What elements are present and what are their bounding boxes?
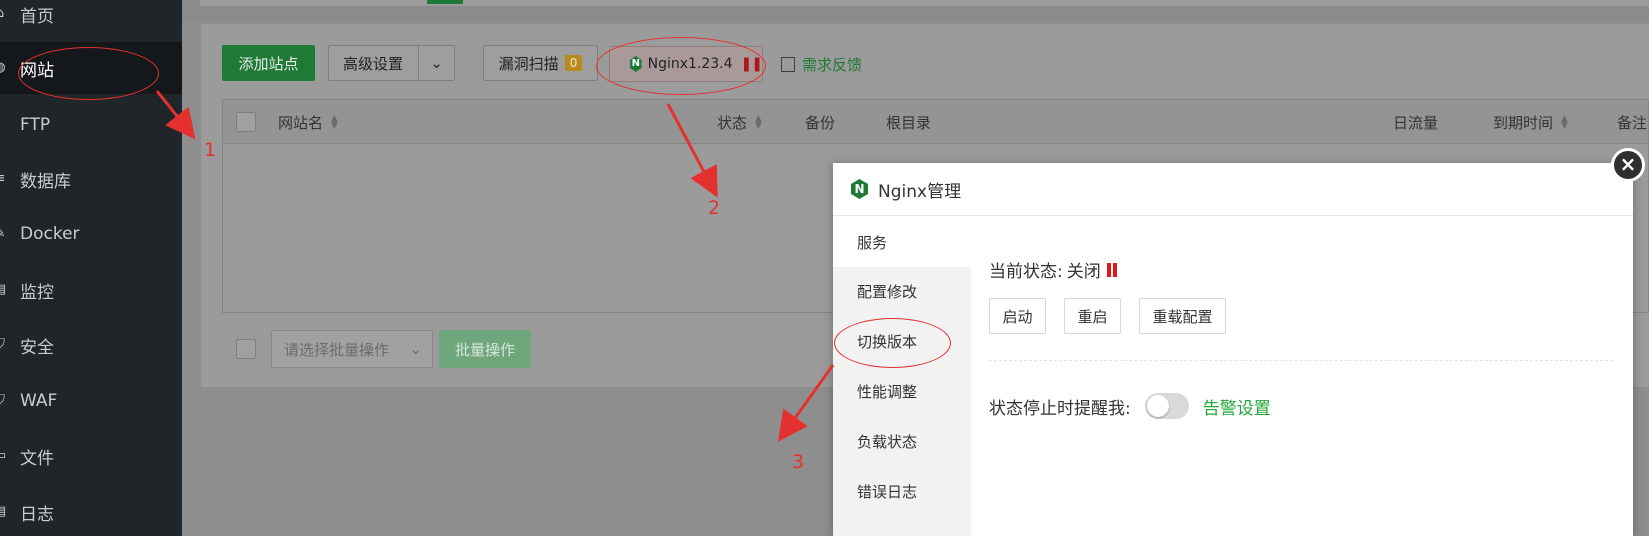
batch-select-placeholder: 请选择批量操作 (284, 340, 390, 359)
divider (989, 360, 1613, 361)
shield-icon: ⛉ (0, 338, 7, 352)
chevron-down-icon: ⌄ (409, 340, 422, 358)
sidebar-item-label: 监控 (20, 282, 54, 303)
sidebar-item-files[interactable]: ▭ 文件 (0, 430, 182, 482)
column-backup: 备份 (805, 112, 835, 133)
annotation-number-2: 2 (708, 197, 721, 219)
home-icon: ⌂ (0, 7, 7, 21)
chevron-down-icon[interactable]: ⌄ (418, 46, 454, 80)
sidebar-item-label: 安全 (20, 337, 54, 358)
active-tab-indicator (427, 0, 463, 4)
stop-reminder: 状态停止时提醒我: 告警设置 (989, 393, 1271, 419)
sidebar-item-monitor[interactable]: ▤ 监控 (0, 264, 182, 316)
column-daily-traffic: 日流量 (1393, 112, 1438, 133)
annotation-number-3: 3 (792, 451, 805, 473)
current-status: 当前状态: 关闭 (989, 257, 1118, 282)
dialog-header: N Nginx管理 (833, 163, 1633, 216)
ftp-icon (0, 118, 7, 132)
reload-config-button[interactable]: 重载配置 (1139, 298, 1226, 334)
sidebar-item-ftp[interactable]: FTP (0, 99, 182, 151)
close-icon[interactable]: × (1611, 148, 1645, 182)
remind-label: 状态停止时提醒我: (989, 398, 1131, 419)
sidebar-item-home[interactable]: ⌂ 首页 (0, 0, 182, 40)
feedback-link[interactable]: 需求反馈 (781, 54, 862, 75)
column-label: 日流量 (1393, 114, 1439, 132)
column-site-name[interactable]: 网站名 ▲ ▼ (278, 112, 341, 133)
sidebar-item-waf[interactable]: ⛉ WAF (0, 375, 182, 427)
folder-icon: ▭ (0, 449, 7, 463)
sidebar-item-label: FTP (20, 115, 51, 135)
nav-item-config[interactable]: 配置修改 (833, 266, 971, 316)
sidebar-item-label: WAF (20, 391, 58, 411)
vuln-scan-label: 漏洞扫描 (498, 54, 559, 73)
column-remark: 备注 (1617, 112, 1647, 133)
table-header: 网站名 ▲ ▼ 状态 ▲ ▼ 备份 根目录 日流量 到期时间 ▲ ▼ 备注 (222, 99, 1649, 143)
status-label: 当前状态: (989, 262, 1063, 282)
vuln-scan-button[interactable]: 漏洞扫描 0 (483, 45, 598, 81)
database-icon: ≡ (0, 172, 7, 186)
status-value: 关闭 (1066, 262, 1101, 282)
sidebar-item-security[interactable]: ⛉ 安全 (0, 319, 182, 371)
column-label: 网站名 (278, 114, 324, 132)
select-all-checkbox[interactable] (236, 112, 256, 132)
dialog-title: Nginx管理 (878, 181, 962, 202)
sidebar-item-label: 日志 (20, 504, 54, 525)
nav-item-error-log[interactable]: 错误日志 (833, 466, 971, 516)
sidebar-item-label: 文件 (20, 448, 54, 469)
docker-icon: ✎ (0, 227, 7, 241)
globe-icon: ◍ (0, 61, 7, 75)
nav-item-performance[interactable]: 性能调整 (833, 366, 971, 416)
remind-toggle[interactable] (1144, 393, 1189, 419)
feedback-label: 需求反馈 (802, 56, 863, 74)
batch-select-checkbox[interactable] (236, 339, 256, 359)
batch-operation-button[interactable]: 批量操作 (439, 330, 531, 368)
sidebar-item-logs[interactable]: ▤ 日志 (0, 486, 182, 536)
column-root-dir: 根目录 (886, 112, 931, 133)
column-label: 备份 (805, 114, 836, 132)
nginx-manage-dialog: N Nginx管理 服务 配置修改 切换版本 性能调整 负载状态 错误日志 当前… (833, 163, 1633, 536)
column-status[interactable]: 状态 ▲ ▼ (717, 112, 765, 133)
sort-icon: ▲ ▼ (755, 113, 762, 131)
alarm-settings-link[interactable]: 告警设置 (1203, 394, 1271, 419)
tab-strip (200, 0, 1649, 6)
column-label: 到期时间 (1493, 114, 1554, 132)
column-label: 根目录 (886, 114, 932, 132)
sidebar-item-label: 数据库 (20, 171, 71, 192)
toggle-knob (1146, 395, 1169, 417)
nav-item-load-status[interactable]: 负载状态 (833, 416, 971, 466)
dialog-content: 当前状态: 关闭 启动 重启 重载配置 状态停止时提醒我: 告警设置 (971, 217, 1633, 536)
top-band (182, 0, 1649, 22)
column-label: 备注 (1617, 114, 1648, 132)
start-button[interactable]: 启动 (989, 298, 1046, 334)
column-expiry[interactable]: 到期时间 ▲ ▼ (1493, 112, 1571, 133)
waf-icon: ⛉ (0, 394, 7, 408)
nav-item-service[interactable]: 服务 (833, 217, 971, 267)
vuln-count-badge: 0 (564, 55, 583, 71)
dialog-nav: 服务 配置修改 切换版本 性能调整 负载状态 错误日志 (833, 217, 971, 536)
monitor-icon: ▤ (0, 283, 7, 297)
log-icon: ▤ (0, 505, 7, 519)
sort-icon: ▲ ▼ (331, 113, 338, 131)
sort-icon: ▲ ▼ (1561, 113, 1568, 131)
sidebar-item-database[interactable]: ≡ 数据库 (0, 153, 182, 205)
sidebar-item-label: 首页 (20, 6, 54, 27)
column-label: 状态 (717, 114, 748, 132)
stopped-status-icon (1106, 262, 1118, 277)
annotation-circle-nginx (596, 37, 766, 95)
annotation-circle-website (18, 47, 159, 100)
add-site-button[interactable]: 添加站点 (222, 45, 315, 81)
sidebar-item-docker[interactable]: ✎ Docker (0, 208, 182, 260)
advanced-settings-button[interactable]: 高级设置 ⌄ (328, 45, 455, 81)
annotation-number-1: 1 (204, 139, 217, 161)
nginx-icon: N (851, 179, 868, 199)
sidebar-item-label: Docker (20, 224, 80, 244)
advanced-settings-label: 高级设置 (343, 54, 404, 73)
restart-button[interactable]: 重启 (1064, 298, 1121, 334)
batch-operation-select[interactable]: 请选择批量操作 ⌄ (271, 330, 433, 368)
annotation-circle-switch-version (834, 318, 951, 368)
edit-icon (781, 57, 795, 72)
